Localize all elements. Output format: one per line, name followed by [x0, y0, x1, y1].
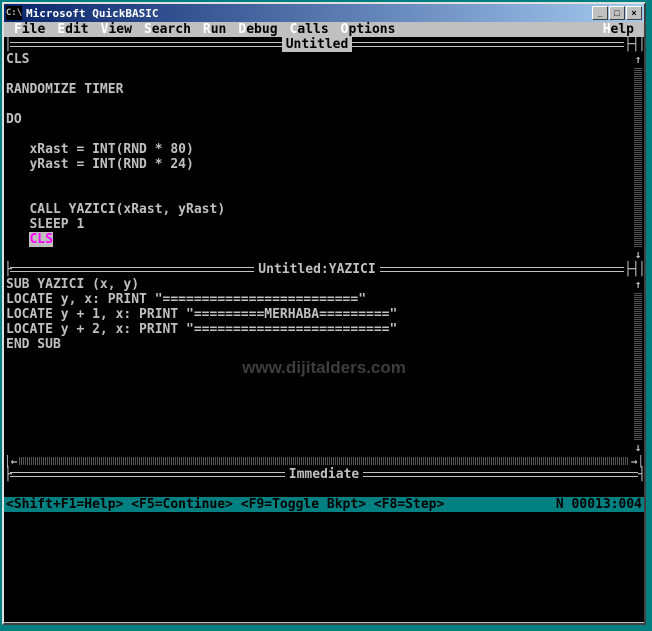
main-code-pane[interactable]: CLS RANDOMIZE TIMER DO xRast = INT(RND *…	[4, 52, 644, 262]
menu-calls[interactable]: Calls	[284, 22, 335, 37]
hscrollbar[interactable]: │ ← → │	[4, 455, 644, 467]
sub-pane-title: Untitled:YAZICI	[254, 262, 379, 277]
menu-help[interactable]: Help	[597, 22, 640, 37]
window-controls: _ □ ×	[592, 6, 642, 20]
scroll-up-icon[interactable]: ↑	[635, 52, 642, 67]
app-window: C:\ Microsoft QuickBASIC _ □ × File Edit…	[2, 2, 646, 625]
sub-vscrollbar[interactable]: ↑ ↓	[632, 277, 644, 455]
main-pane-header: │ Untitled ├┤ │	[4, 37, 644, 52]
menu-options[interactable]: Options	[335, 22, 402, 37]
sub-pane-header[interactable]: ├ Untitled:YAZICI ├┤ │	[4, 262, 644, 277]
menu-file[interactable]: File	[8, 22, 51, 37]
selection[interactable]: CLS	[29, 232, 52, 247]
main-code-content[interactable]: CLS RANDOMIZE TIMER DO xRast = INT(RND *…	[4, 52, 632, 262]
hscroll-track[interactable]	[19, 457, 629, 465]
system-menu-icon[interactable]: C:\	[6, 6, 22, 20]
menu-search[interactable]: Search	[138, 22, 197, 37]
immediate-pane-header[interactable]: ├ Immediate ┤	[4, 467, 644, 482]
scroll-down-icon[interactable]: ↓	[635, 440, 642, 455]
menu-view[interactable]: View	[95, 22, 138, 37]
terminal-area: File Edit View Search Run Debug Calls Op…	[4, 22, 644, 622]
window-title: Microsoft QuickBASIC	[26, 7, 592, 20]
main-pane-title: Untitled	[282, 37, 353, 52]
scroll-up-icon[interactable]: ↑	[635, 277, 642, 292]
minimize-button[interactable]: _	[592, 6, 608, 20]
status-cursor-pos: N 00013:004	[556, 497, 642, 512]
pane-restore-icon[interactable]: ├┤	[624, 37, 638, 52]
menu-debug[interactable]: Debug	[232, 22, 283, 37]
status-hints: <Shift+F1=Help> <F5=Continue> <F9=Toggle…	[6, 497, 444, 512]
immediate-pane[interactable]	[4, 482, 644, 497]
scroll-down-icon[interactable]: ↓	[635, 247, 642, 262]
menu-edit[interactable]: Edit	[51, 22, 94, 37]
close-button[interactable]: ×	[626, 6, 642, 20]
sub-code-pane[interactable]: SUB YAZICI (x, y) LOCATE y, x: PRINT "==…	[4, 277, 644, 455]
titlebar[interactable]: C:\ Microsoft QuickBASIC _ □ ×	[4, 4, 644, 22]
scroll-track[interactable]	[634, 67, 642, 247]
main-vscrollbar[interactable]: ↑ ↓	[632, 52, 644, 262]
statusbar: <Shift+F1=Help> <F5=Continue> <F9=Toggle…	[4, 497, 644, 512]
scroll-track[interactable]	[634, 292, 642, 440]
sub-code-content[interactable]: SUB YAZICI (x, y) LOCATE y, x: PRINT "==…	[4, 277, 632, 455]
immediate-pane-title: Immediate	[285, 467, 363, 482]
pane-restore-icon[interactable]: ├┤	[624, 262, 638, 277]
maximize-button[interactable]: □	[609, 6, 625, 20]
immediate-content[interactable]	[4, 482, 644, 497]
menu-run[interactable]: Run	[197, 22, 232, 37]
menubar[interactable]: File Edit View Search Run Debug Calls Op…	[4, 22, 644, 37]
